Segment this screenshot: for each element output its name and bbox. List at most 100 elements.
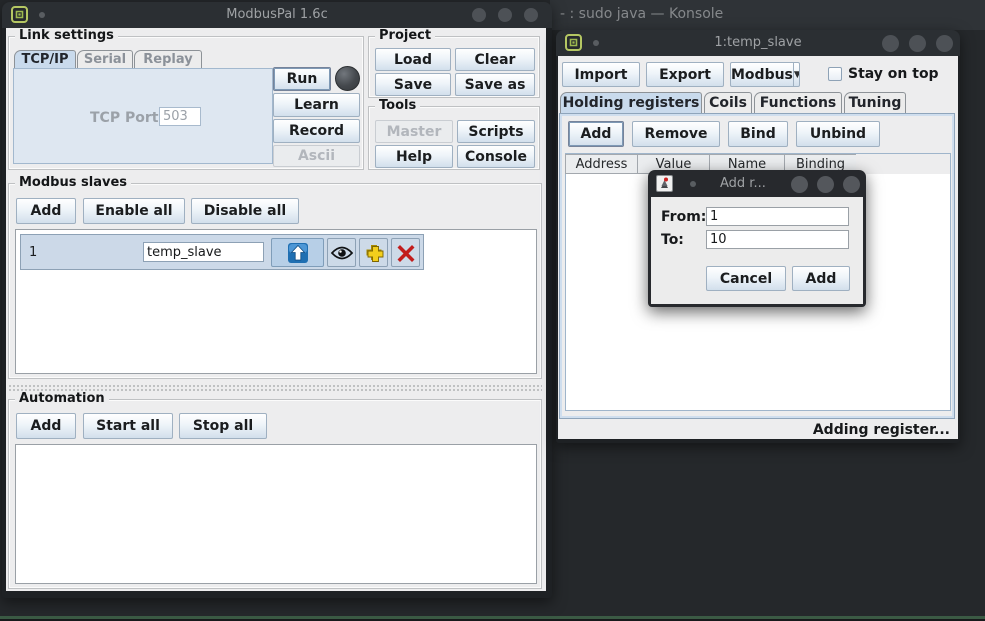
master-button[interactable]: Master <box>375 120 453 143</box>
maximize-button[interactable] <box>498 8 512 22</box>
minimize-button[interactable] <box>472 8 486 22</box>
chevron-down-icon: ▼ <box>793 63 800 86</box>
help-button[interactable]: Help <box>375 145 453 168</box>
close-button[interactable] <box>843 176 860 193</box>
dialog-add-label: Add <box>806 271 837 287</box>
run-label: Run <box>287 71 318 87</box>
tab-tcpip[interactable]: TCP/IP <box>14 50 76 68</box>
modbuspal-content: Link settings TCP/IP Serial Replay TCP P… <box>6 28 546 591</box>
dialog-window-controls <box>791 171 860 197</box>
slave-name-input[interactable] <box>143 242 264 262</box>
tcp-port-label: TCP Port: <box>90 110 164 126</box>
tab-serial[interactable]: Serial <box>77 50 133 68</box>
add-plus-icon <box>364 243 384 263</box>
clear-button[interactable]: Clear <box>455 48 535 71</box>
modbus-mode-select[interactable]: Modbus ▼ <box>730 62 800 87</box>
dialog-add-button[interactable]: Add <box>792 266 850 291</box>
register-bind-label: Bind <box>740 126 775 142</box>
stay-on-top-checkbox[interactable] <box>828 67 842 81</box>
tab-functions-label: Functions <box>760 95 837 111</box>
automation-add-label: Add <box>31 418 62 434</box>
register-add-label: Add <box>581 126 612 142</box>
enable-all-label: Enable all <box>95 203 172 219</box>
slave-enable-toggle[interactable] <box>271 238 324 267</box>
scripts-label: Scripts <box>468 124 523 140</box>
slave-add-label: Add <box>31 203 62 219</box>
tab-tuning[interactable]: Tuning <box>844 92 906 113</box>
slave-row[interactable]: 1 <box>20 234 424 270</box>
link-settings-group: Link settings TCP/IP Serial Replay TCP P… <box>8 36 364 170</box>
run-led-indicator <box>335 66 360 91</box>
automation-list[interactable] <box>15 444 537 584</box>
modbus-slaves-title: Modbus slaves <box>15 175 131 190</box>
export-button[interactable]: Export <box>646 62 724 87</box>
slave-add-button[interactable]: Add <box>16 198 76 224</box>
slave-duplicate-button[interactable] <box>359 238 388 267</box>
close-button[interactable] <box>524 8 538 22</box>
tab-coils[interactable]: Coils <box>704 92 752 113</box>
tcpip-panel: TCP Port: <box>13 68 273 164</box>
record-label: Record <box>289 123 344 139</box>
temp-slave-titlebar: 1:temp_slave <box>556 30 960 56</box>
run-button[interactable]: Run <box>273 67 331 91</box>
automation-add-button[interactable]: Add <box>16 413 76 439</box>
dialog-cancel-label: Cancel <box>720 271 772 287</box>
minimize-button[interactable] <box>882 35 899 52</box>
save-as-button[interactable]: Save as <box>455 73 535 96</box>
eye-icon <box>330 245 354 261</box>
record-button[interactable]: Record <box>273 119 360 143</box>
master-label: Master <box>387 124 442 140</box>
import-button[interactable]: Import <box>562 62 640 87</box>
tcp-port-input[interactable] <box>159 107 201 126</box>
slave-delete-button[interactable] <box>391 238 420 267</box>
to-input[interactable] <box>706 230 849 249</box>
register-remove-label: Remove <box>644 126 707 142</box>
maximize-button[interactable] <box>817 176 834 193</box>
automation-group: Automation Add Start all Stop all <box>8 399 542 589</box>
automation-title: Automation <box>15 391 109 406</box>
slave-view-button[interactable] <box>327 238 356 267</box>
minimize-button[interactable] <box>791 176 808 193</box>
console-label: Console <box>465 149 527 165</box>
clear-label: Clear <box>475 52 516 68</box>
close-button[interactable] <box>936 35 953 52</box>
enable-all-button[interactable]: Enable all <box>83 198 185 224</box>
stop-all-label: Stop all <box>193 418 253 434</box>
stop-all-button[interactable]: Stop all <box>179 413 267 439</box>
export-label: Export <box>659 67 711 83</box>
import-label: Import <box>574 67 627 83</box>
slaves-list[interactable]: 1 <box>15 229 537 374</box>
ascii-button[interactable]: Ascii <box>273 145 360 167</box>
register-add-button[interactable]: Add <box>568 121 624 147</box>
dialog-cancel-button[interactable]: Cancel <box>706 266 786 291</box>
learn-button[interactable]: Learn <box>273 93 360 117</box>
save-button[interactable]: Save <box>375 73 451 96</box>
java-app-icon[interactable] <box>656 175 673 192</box>
help-label: Help <box>396 149 432 165</box>
load-button[interactable]: Load <box>375 48 451 71</box>
register-unbind-button[interactable]: Unbind <box>796 121 880 147</box>
ascii-label: Ascii <box>298 148 335 164</box>
from-input[interactable] <box>706 207 849 226</box>
maximize-button[interactable] <box>909 35 926 52</box>
tab-holding-registers[interactable]: Holding registers <box>560 92 702 113</box>
register-remove-button[interactable]: Remove <box>632 121 720 147</box>
start-all-button[interactable]: Start all <box>83 413 173 439</box>
scripts-button[interactable]: Scripts <box>457 120 535 143</box>
titlebar-dot <box>690 181 696 187</box>
add-register-dialog: Add r... From: To: Cancel Add <box>648 170 866 307</box>
register-bind-button[interactable]: Bind <box>728 121 788 147</box>
tab-tcpip-label: TCP/IP <box>21 52 68 67</box>
learn-label: Learn <box>294 97 339 113</box>
disable-all-button[interactable]: Disable all <box>191 198 299 224</box>
tab-functions[interactable]: Functions <box>754 92 842 113</box>
modbus-slaves-group: Modbus slaves Add Enable all Disable all… <box>8 183 542 379</box>
delete-x-icon <box>396 243 416 263</box>
tab-replay[interactable]: Replay <box>134 50 202 68</box>
to-label: To: <box>661 232 684 248</box>
disable-all-label: Disable all <box>204 203 286 219</box>
console-button[interactable]: Console <box>457 145 535 168</box>
register-unbind-label: Unbind <box>810 126 866 142</box>
konsole-title-text: - : sudo java — Konsole <box>560 6 723 22</box>
column-header-address[interactable]: Address <box>565 154 638 174</box>
